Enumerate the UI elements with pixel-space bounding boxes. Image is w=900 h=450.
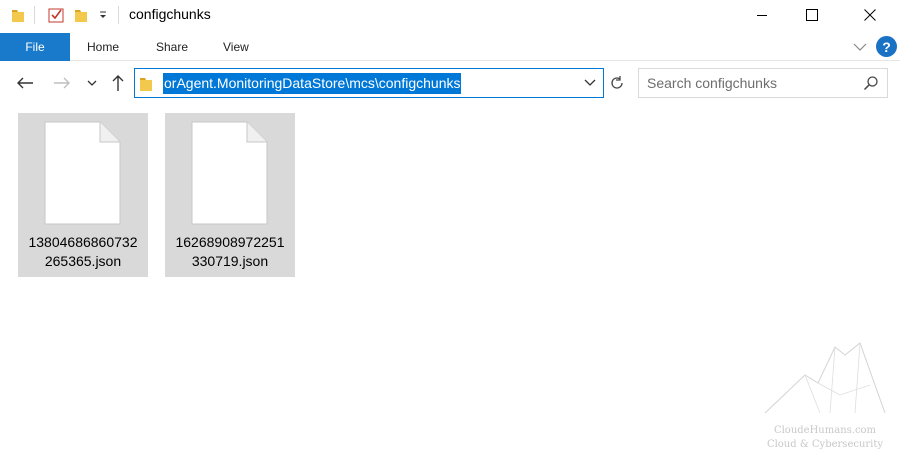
properties-check-icon[interactable] [46,5,66,25]
watermark-tagline: Cloud & Cybersecurity [766,439,884,450]
folder-icon [140,78,152,91]
search-input[interactable] [647,69,857,97]
search-icon[interactable] [863,75,879,91]
watermark: CloudeHumans.com Cloud & Cybersecurity [750,335,900,450]
back-button[interactable] [14,72,36,94]
ribbon-expand-button[interactable] [851,38,869,56]
document-icon [44,121,121,225]
file-item[interactable]: 13804686860732 265365.json [18,113,148,277]
customize-dropdown-icon[interactable] [96,5,110,25]
maximize-icon [806,9,818,21]
watermark-site: CloudeHumans.com [773,425,877,436]
search-box[interactable] [638,68,888,98]
refresh-icon [611,76,623,89]
tab-view[interactable]: View [223,33,249,61]
address-bar[interactable]: orAgent.MonitoringDataStore\mcs\configch… [134,68,604,98]
maximize-button[interactable] [789,0,835,30]
file-item[interactable]: 16268908972251 330719.json [165,113,295,277]
file-name: 16268908972251 330719.json [175,234,285,269]
arrow-left-icon [17,77,33,89]
up-button[interactable] [107,72,129,94]
refresh-button[interactable] [604,68,630,98]
mountain-logo-icon [764,342,886,414]
tab-file[interactable]: File [0,33,70,61]
folder-icon[interactable] [9,5,27,25]
close-button[interactable] [847,0,893,30]
title-bar: configchunks [0,0,900,31]
chevron-down-icon [87,80,97,86]
tab-home[interactable]: Home [87,33,119,61]
recent-locations-button[interactable] [83,72,101,94]
address-dropdown-button[interactable] [583,76,597,90]
new-folder-icon[interactable] [72,5,90,25]
minimize-button[interactable] [739,0,785,30]
chevron-down-icon [584,79,596,86]
minimize-icon [757,15,767,16]
file-name: 13804686860732 265365.json [28,234,138,269]
forward-button[interactable] [51,72,73,94]
chevron-down-icon [853,43,867,51]
address-path[interactable]: orAgent.MonitoringDataStore\mcs\configch… [163,73,462,94]
arrow-right-icon [54,77,70,89]
window-title: configchunks [129,6,211,22]
tab-share[interactable]: Share [156,33,188,61]
close-icon [864,9,876,21]
document-icon [191,121,268,225]
arrow-up-icon [112,75,124,91]
ribbon-tab-bar: File Home Share View [0,31,900,61]
help-button[interactable]: ? [876,36,897,57]
